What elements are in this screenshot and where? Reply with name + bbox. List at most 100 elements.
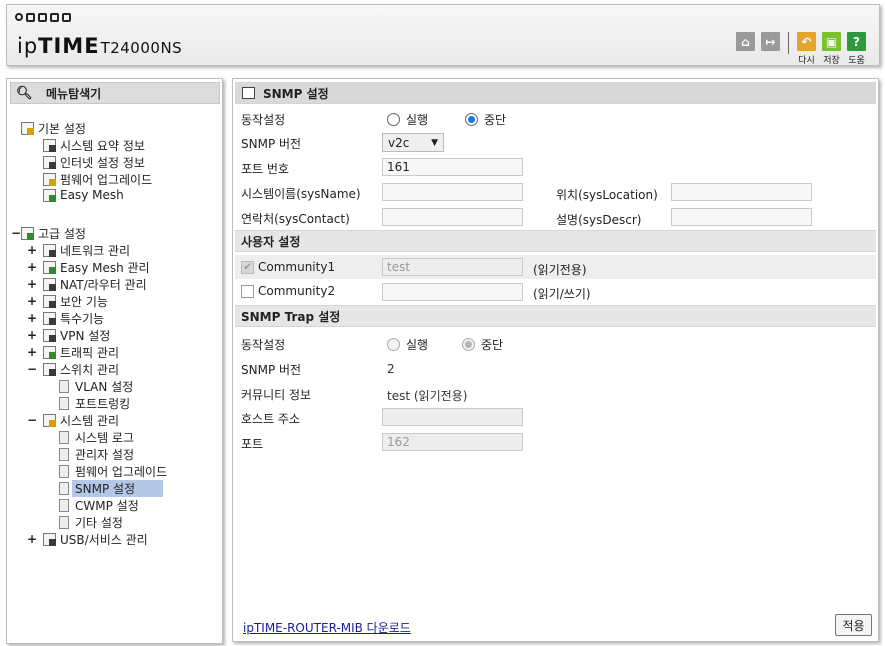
trap-port-row: 포트 162: [235, 430, 876, 454]
snmp-section-title: SNMP 설정: [263, 86, 329, 101]
tree-label: VPN 설정: [60, 328, 111, 343]
tree-item-snmp[interactable]: SNMP 설정: [59, 479, 164, 497]
mib-download-link[interactable]: ipTIME-ROUTER-MIB 다운로드: [243, 619, 411, 636]
tree-group-advanced[interactable]: − 고급 설정: [11, 225, 86, 241]
radio-circle: [387, 338, 400, 351]
apply-button[interactable]: 적용: [835, 614, 872, 636]
tree-toggle[interactable]: +: [27, 260, 37, 274]
snmp-contact-input[interactable]: [382, 208, 523, 226]
monitor-icon: [62, 13, 71, 22]
community1-input[interactable]: test: [382, 258, 523, 276]
tree-toggle[interactable]: −: [11, 226, 21, 240]
home-icon: ⌂: [736, 32, 755, 51]
tree-label: 인터넷 설정 정보: [60, 155, 145, 170]
snmp-port-label: 포트 번호: [241, 162, 289, 176]
tree-toggle[interactable]: +: [27, 277, 37, 291]
user-section-title: 사용자 설정: [241, 234, 301, 249]
tree-item-easy-mesh-manage[interactable]: + Easy Mesh 관리: [27, 259, 150, 275]
undo-label: 다시: [798, 56, 815, 66]
tree-item-security[interactable]: + 보안 기능: [27, 293, 108, 309]
snmp-version-value: v2c: [388, 135, 410, 150]
tree-group-basic[interactable]: 기본 설정: [11, 120, 86, 136]
snmp-location-input[interactable]: [671, 183, 812, 201]
community2-checkbox[interactable]: Community2: [241, 284, 335, 298]
logout-button[interactable]: ↦: [761, 32, 780, 53]
content-panel: SNMP 설정 동작설정 실행 중단 SNMP 버전 v2c ▼ 포트 번호 1…: [232, 78, 879, 642]
globe-icon: [15, 13, 23, 21]
tree-label: 시스템 관리: [60, 413, 120, 428]
snmp-run-radio[interactable]: 실행: [387, 111, 428, 128]
snmp-descr-label: 설명(sysDescr): [556, 213, 642, 227]
tree-item-vpn[interactable]: + VPN 설정: [27, 327, 110, 343]
upgrade-icon: [43, 172, 56, 186]
tree-toggle[interactable]: +: [27, 294, 37, 308]
community1-label: Community1: [258, 260, 336, 274]
snmp-section-header: SNMP 설정: [235, 82, 876, 104]
trap-host-label: 호스트 주소: [241, 412, 301, 426]
trap-host-input[interactable]: [382, 408, 523, 426]
trap-version-label: SNMP 버전: [241, 363, 302, 377]
router-icon: [43, 277, 56, 291]
tree-toggle[interactable]: +: [27, 345, 37, 359]
trap-port-label: 포트: [241, 437, 264, 451]
tree-item-nat-router[interactable]: + NAT/라우터 관리: [27, 276, 147, 292]
tree-label: NAT/라우터 관리: [60, 277, 147, 292]
tree-item-firmware[interactable]: 펌웨어 업그레이드: [59, 463, 167, 479]
chart-icon: [43, 413, 56, 427]
document-icon: [59, 498, 69, 512]
tree-label: 펌웨어 업그레이드: [75, 464, 168, 479]
tree-toggle[interactable]: +: [27, 328, 37, 342]
snmp-port-input[interactable]: 161: [382, 158, 523, 176]
folder-icon: [43, 311, 56, 325]
tree-item-admin[interactable]: 관리자 설정: [59, 446, 134, 462]
tree-label: 관리자 설정: [75, 447, 135, 462]
trap-community-row: 커뮤니티 정보 test (읽기전용): [235, 381, 876, 405]
help-button[interactable]: ? 도움: [847, 32, 866, 66]
radio-circle: [387, 113, 400, 126]
tree-item-system[interactable]: − 시스템 관리: [27, 412, 119, 428]
tree-toggle[interactable]: −: [27, 362, 37, 376]
snmp-stop-radio[interactable]: 중단: [465, 111, 506, 128]
community1-checkbox[interactable]: ✔ Community1: [241, 260, 335, 274]
lock-icon: [43, 294, 56, 308]
vpn-icon: [43, 328, 56, 342]
radio-circle: [465, 113, 478, 126]
trap-section-header: SNMP Trap 설정: [235, 305, 876, 327]
tree-item-traffic[interactable]: + 트래픽 관리: [27, 344, 119, 360]
usb-icon: [43, 532, 56, 546]
trap-port-input[interactable]: 162: [382, 433, 523, 451]
tree-label: 고급 설정: [38, 226, 86, 241]
undo-button[interactable]: ↶ 다시: [797, 32, 816, 66]
trap-run-radio[interactable]: 실행: [387, 336, 428, 353]
tree-item-easy-mesh[interactable]: Easy Mesh: [43, 187, 124, 203]
tree-item-firmware-basic[interactable]: 펌웨어 업그레이드: [43, 171, 152, 187]
home-button[interactable]: ⌂: [736, 32, 755, 53]
router-icon: [38, 13, 47, 22]
folder-settings-icon: [21, 121, 34, 135]
tree-item-vlan[interactable]: VLAN 설정: [59, 378, 133, 394]
snmp-descr-input[interactable]: [671, 208, 812, 226]
tree-item-internet-info[interactable]: 인터넷 설정 정보: [43, 154, 145, 170]
tree-label: 포트트렁킹: [75, 396, 131, 411]
tree-toggle[interactable]: +: [27, 311, 37, 325]
trap-status-label: 동작설정: [241, 338, 286, 352]
tree-item-system-summary[interactable]: 시스템 요약 정보: [43, 137, 145, 153]
tree-item-cwmp[interactable]: CWMP 설정: [59, 497, 139, 513]
tree-item-usb[interactable]: + USB/서비스 관리: [27, 531, 148, 547]
tree-item-switch[interactable]: − 스위치 관리: [27, 361, 119, 377]
tree-item-misc[interactable]: 기타 설정: [59, 514, 123, 530]
tree-item-system-log[interactable]: 시스템 로그: [59, 429, 134, 445]
community2-input[interactable]: [382, 283, 523, 301]
tree-toggle[interactable]: −: [27, 413, 37, 427]
tree-item-special[interactable]: + 특수기능: [27, 310, 104, 326]
tree-toggle[interactable]: +: [27, 243, 37, 257]
trap-stop-radio[interactable]: 중단: [462, 336, 503, 353]
save-button[interactable]: ▣ 저장: [822, 32, 841, 66]
tree-label: 시스템 로그: [75, 430, 135, 445]
snmp-version-select[interactable]: v2c ▼: [382, 133, 444, 152]
tree-item-network[interactable]: + 네트워크 관리: [27, 242, 130, 258]
tree-item-port-trunking[interactable]: 포트트렁킹: [59, 395, 130, 411]
tree-label: 기타 설정: [75, 515, 123, 530]
snmp-sysname-input[interactable]: [382, 183, 523, 201]
tree-toggle[interactable]: +: [27, 532, 37, 546]
